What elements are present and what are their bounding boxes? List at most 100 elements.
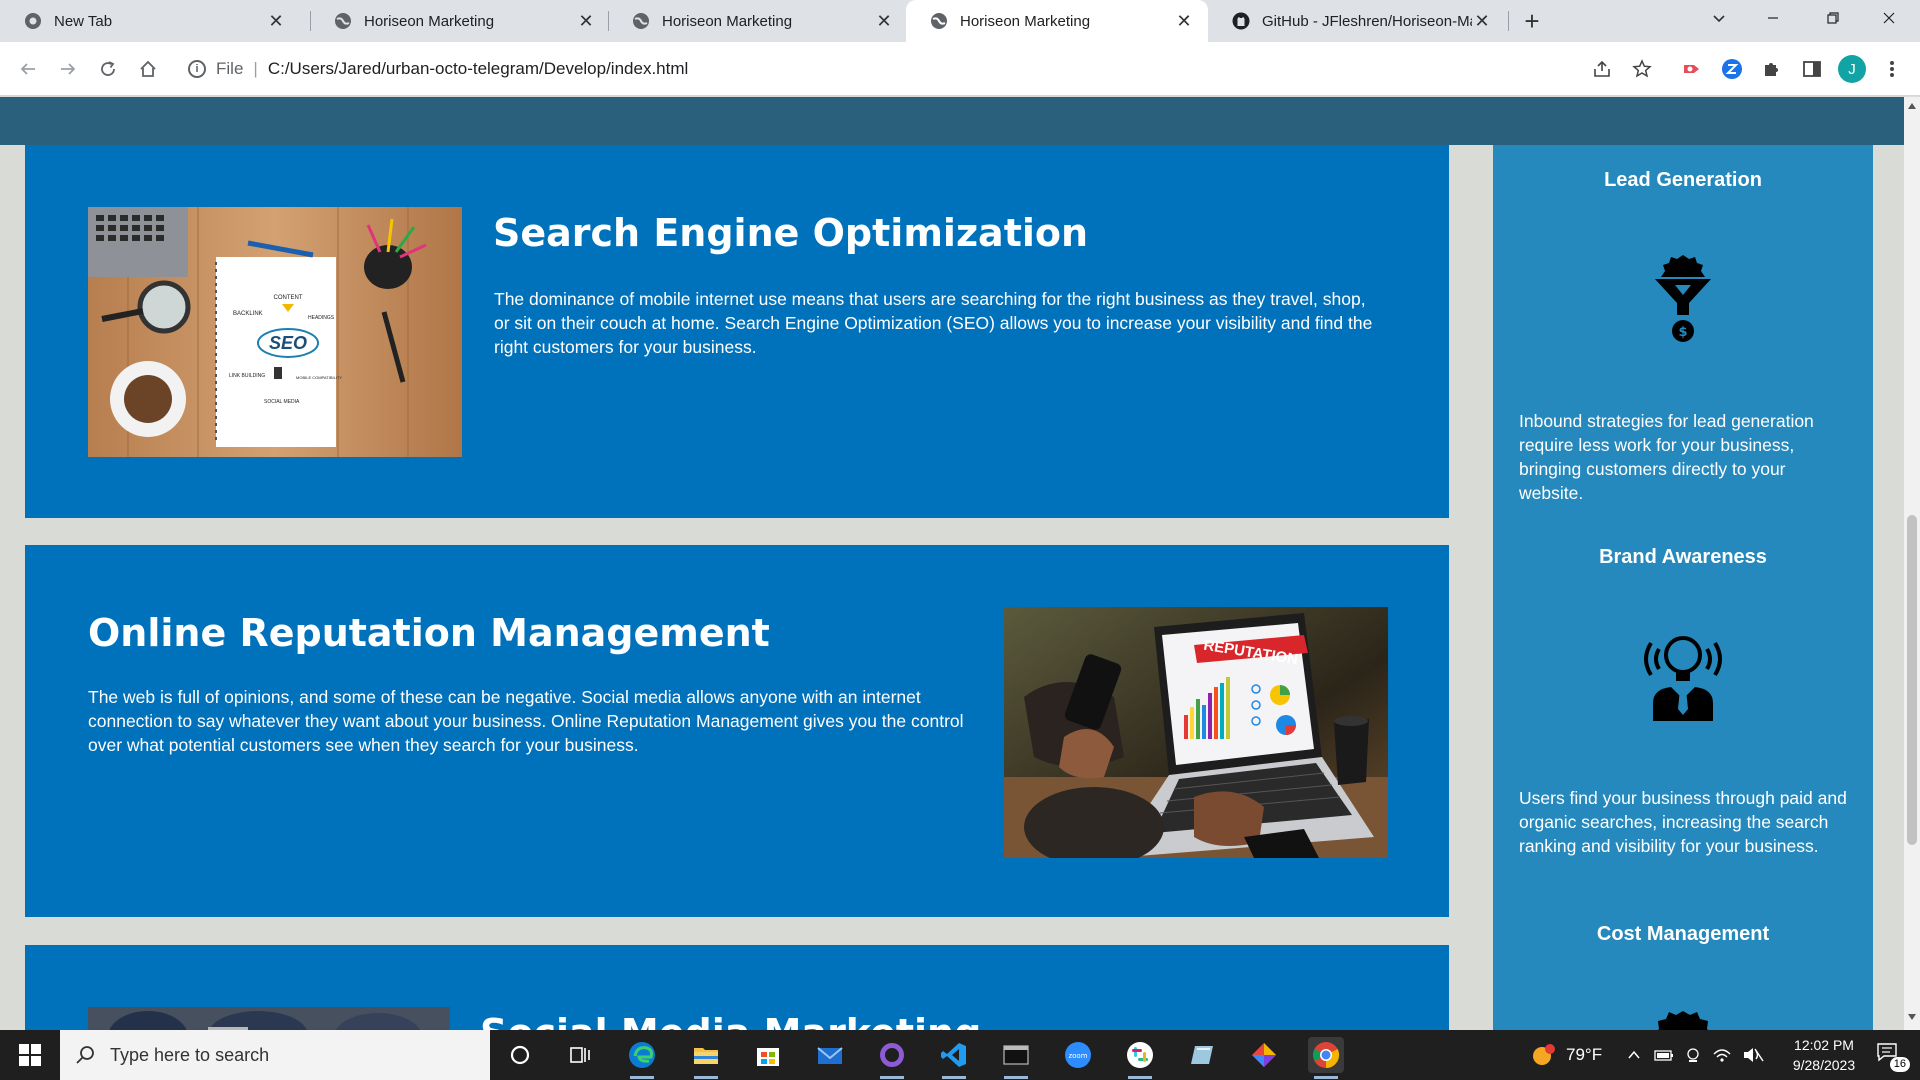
search-placeholder: Type here to search (110, 1044, 270, 1065)
globe-icon (633, 13, 649, 29)
benefit-title: Lead Generation (1604, 169, 1762, 191)
tab-github[interactable]: GitHub - JFleshren/Horiseon-Marketing ✕ (1208, 0, 1506, 42)
scroll-up-arrow-icon[interactable] (1908, 103, 1916, 109)
bookmark-button[interactable] (1628, 55, 1656, 83)
taskbar-git[interactable] (1246, 1037, 1282, 1073)
mobile-label: MOBILE COMPATIBILITY (296, 375, 342, 380)
content-label: CONTENT (274, 295, 303, 301)
scroll-down-arrow-icon[interactable] (1908, 1014, 1916, 1020)
address-divider: | (253, 59, 258, 78)
avatar: J (1838, 55, 1866, 83)
page-viewport: SEO CONTENT BACKLINK HEADINGS LINK BUILD… (0, 97, 1904, 1030)
arrow-left-icon (20, 63, 35, 75)
taskbar-vscode[interactable] (936, 1037, 972, 1079)
seo-label: SEO (269, 333, 307, 353)
tab-horiseon-1[interactable]: Horiseon Marketing ✕ (310, 0, 610, 42)
clock[interactable]: 12:02 PM 9/28/2023 (1772, 1030, 1876, 1080)
battery-icon[interactable] (1654, 1047, 1674, 1063)
close-icon[interactable]: ✕ (874, 11, 894, 32)
restore-icon (1827, 12, 1839, 24)
link-building-label: LINK BUILDING (229, 373, 265, 379)
taskbar-mail[interactable] (812, 1037, 848, 1073)
restore-button[interactable] (1810, 0, 1856, 36)
volume-icon[interactable] (1742, 1046, 1764, 1064)
card-title: Search Engine Optimization (493, 211, 1089, 255)
taskbar-github-desktop[interactable] (874, 1037, 910, 1079)
github-desktop-icon (880, 1043, 904, 1067)
chevron-up-icon[interactable] (1626, 1047, 1642, 1063)
git-tools-icon (1252, 1043, 1276, 1067)
task-view-icon (570, 1047, 590, 1063)
kebab-menu-icon (1890, 61, 1894, 77)
taskbar-notes[interactable] (1184, 1037, 1220, 1073)
webcam-icon[interactable] (1684, 1046, 1702, 1064)
benefit-text: Users find your business through paid an… (1519, 788, 1847, 856)
taskbar-file-explorer[interactable] (688, 1037, 724, 1079)
cortana-button[interactable] (502, 1037, 538, 1073)
folder-icon (694, 1048, 718, 1064)
extension-recorder-button[interactable] (1678, 55, 1706, 83)
z-extension-icon (1722, 59, 1742, 79)
vscode-icon (941, 1043, 966, 1067)
system-tray (1626, 1030, 1764, 1080)
side-panel-button[interactable] (1798, 55, 1826, 83)
minimize-button[interactable] (1750, 0, 1796, 36)
social-media-card: Social Media Marketing (25, 945, 1449, 1030)
wifi-icon[interactable] (1712, 1046, 1732, 1064)
scrollbar-thumb[interactable] (1907, 515, 1917, 845)
share-icon (1594, 60, 1610, 77)
address-bar[interactable]: i File | C:/Users/Jared/urban-octo-teleg… (176, 49, 1568, 89)
tab-new-tab[interactable]: New Tab ✕ (0, 0, 300, 42)
taskbar-terminal[interactable] (998, 1037, 1034, 1079)
avatar-initial: J (1848, 60, 1856, 78)
new-tab-button[interactable]: + (1518, 8, 1546, 36)
benefit-title: Cost Management (1596, 923, 1770, 945)
profile-button[interactable]: J (1838, 55, 1866, 83)
taskbar-store[interactable] (750, 1037, 786, 1073)
benefits-sidebar: Lead Generation $ Inbound strategies for… (1493, 145, 1873, 1030)
weather-widget[interactable]: 79°F (1530, 1030, 1602, 1080)
close-window-button[interactable] (1866, 0, 1912, 36)
search-icon (76, 1046, 94, 1064)
taskbar-slack[interactable] (1122, 1037, 1158, 1079)
reputation-image: REPUTATION (1004, 607, 1388, 858)
reload-button[interactable] (94, 55, 122, 83)
notification-center-button[interactable]: 16 (1876, 1030, 1910, 1080)
info-icon[interactable]: i (188, 60, 206, 78)
taskbar-zoom[interactable]: zoom (1060, 1037, 1096, 1073)
extension-z-button[interactable] (1718, 55, 1746, 83)
brand-lightbulb-icon (1644, 636, 1722, 721)
menu-button[interactable] (1878, 55, 1906, 83)
close-icon[interactable]: ✕ (576, 11, 596, 32)
social-label: SOCIAL MEDIA (264, 399, 300, 405)
chrome-icon (25, 13, 41, 29)
clock-time: 12:02 PM (1794, 1037, 1854, 1053)
close-icon[interactable]: ✕ (1174, 11, 1194, 32)
start-button[interactable] (12, 1037, 48, 1073)
taskbar-search[interactable]: Type here to search (60, 1030, 490, 1080)
task-view-button[interactable] (562, 1037, 598, 1073)
card-title: Social Media Marketing (480, 1011, 981, 1030)
tab-search-button[interactable] (1696, 0, 1742, 36)
benefit-title: Brand Awareness (1599, 546, 1767, 568)
taskbar-edge[interactable] (624, 1037, 660, 1079)
close-icon[interactable]: ✕ (266, 11, 286, 32)
share-button[interactable] (1588, 55, 1616, 83)
page-scrollbar[interactable] (1904, 97, 1920, 1030)
tab-horiseon-active[interactable]: Horiseon Marketing ✕ (906, 0, 1208, 42)
forward-button[interactable] (54, 55, 82, 83)
notification-count-badge: 16 (1889, 1057, 1910, 1072)
benefit-text: Inbound strategies for lead generation r… (1519, 411, 1814, 503)
github-icon (1232, 12, 1250, 30)
browser-toolbar: i File | C:/Users/Jared/urban-octo-teleg… (0, 42, 1920, 96)
extensions-button[interactable] (1758, 55, 1786, 83)
taskbar-chrome[interactable] (1308, 1037, 1344, 1079)
back-button[interactable] (14, 55, 42, 83)
tab-title: Horiseon Marketing (960, 12, 1091, 30)
home-button[interactable] (134, 55, 162, 83)
weather-sun-icon (1533, 1044, 1555, 1065)
close-icon[interactable]: ✕ (1472, 11, 1492, 32)
globe-icon (335, 13, 351, 29)
tab-horiseon-2[interactable]: Horiseon Marketing ✕ (608, 0, 908, 42)
social-media-photo (88, 1007, 450, 1030)
